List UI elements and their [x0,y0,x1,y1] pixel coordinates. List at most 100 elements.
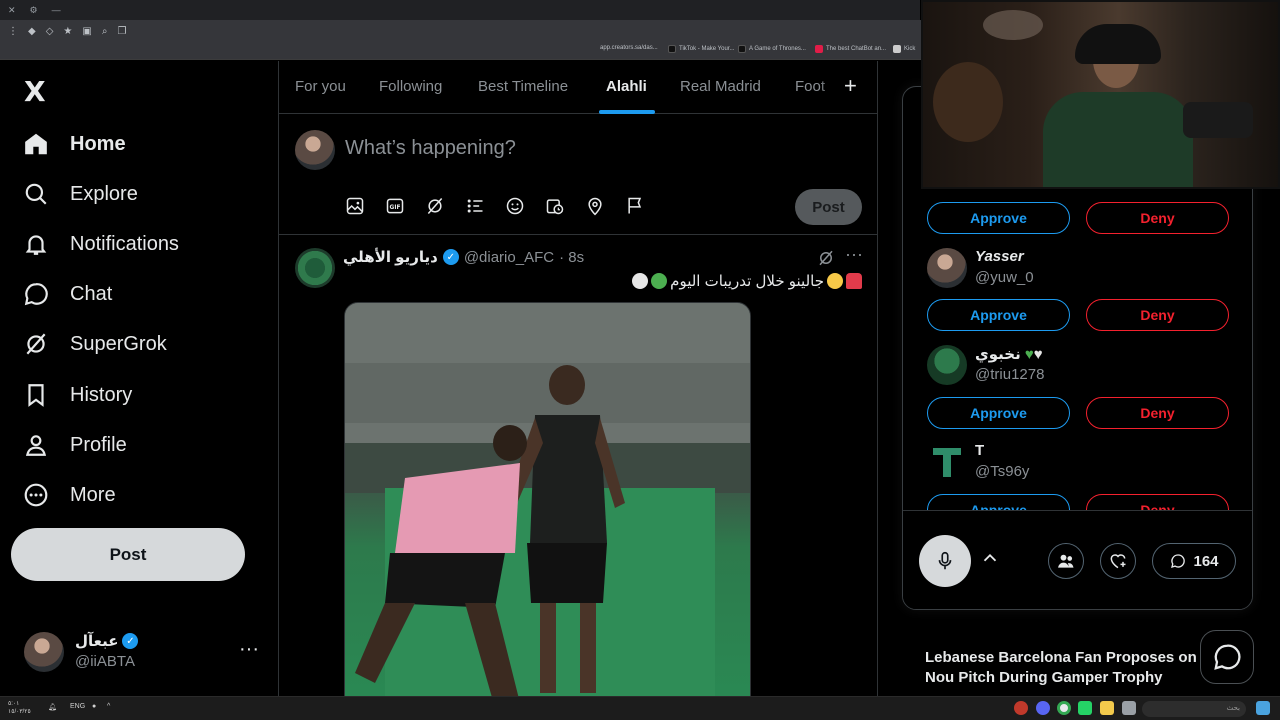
more-options-icon[interactable]: ··· [845,244,863,265]
white-heart-icon: ♥ [1033,346,1043,363]
extension-icon[interactable]: ◆ [28,26,36,37]
taskbar: ٥:٠١ ١٥/٠٣/٢٥ 🔔︎ ENG ● ^ بحث [0,696,1280,720]
post-button[interactable]: Post [11,528,245,581]
participants-button[interactable] [1048,543,1084,579]
sidebar-item-notifications[interactable]: Notifications [22,224,179,264]
clock-date: ١٥/٠٣/٢٥ [8,709,31,715]
account-switcher[interactable]: عبعآل ✓ @iiABTA ··· [22,630,267,674]
tab-alahli[interactable]: Alahli [606,78,647,95]
green-circle-icon [651,273,668,289]
kick-icon [893,45,901,53]
location-icon[interactable] [584,195,606,217]
sidebar-item-supergrok[interactable]: SuperGrok [22,324,167,364]
bookmark-item[interactable]: A Game of Thrones... [738,45,806,53]
start-icon[interactable] [1256,701,1270,715]
requester-handle: @yuw_0 [975,269,1034,286]
language-indicator[interactable]: ENG [70,703,85,710]
grok-icon[interactable] [424,195,446,217]
settings-icon[interactable]: ⚙ [30,5,38,16]
x-logo[interactable]: X [24,75,46,108]
sidebar-item-more[interactable]: More [22,475,116,515]
folder-icon[interactable] [1100,701,1114,715]
bookmark-item[interactable]: Kick [893,45,915,53]
compose-input[interactable] [345,137,845,160]
microphone-icon[interactable]: ● [92,703,96,710]
microphone-button[interactable] [919,535,971,587]
discord-icon[interactable] [1036,701,1050,715]
app-icon[interactable] [1014,701,1028,715]
siren-emoji-icon [846,273,862,289]
tweet-author-handle[interactable]: @diario_AFC [464,249,554,266]
approve-button[interactable]: Approve [927,397,1070,429]
tweet-author-name[interactable]: دياريو الأهلي [343,248,438,266]
emoji-icon[interactable] [504,195,526,217]
poll-icon[interactable] [464,195,486,217]
copy-icon[interactable]: ❐ [117,26,126,37]
avatar [927,248,967,288]
avatar[interactable] [295,248,335,288]
approve-button[interactable]: Approve [927,202,1070,234]
browser-title-bar: ✕ ⚙ — [0,0,920,20]
bookmark-item[interactable]: app.creators.sa/das... [600,45,658,51]
chat-fab-button[interactable] [1200,630,1254,684]
comments-button[interactable]: 164 [1152,543,1236,579]
sidebar-item-profile[interactable]: Profile [22,425,127,465]
chevron-up-icon[interactable]: ^ [107,703,110,710]
sidebar-item-home[interactable]: Home [22,124,126,164]
t-logo-icon [933,448,961,477]
menu-icon[interactable]: ⋮ [8,26,18,37]
flag-icon[interactable] [624,195,646,217]
chrome-icon[interactable] [1057,701,1071,715]
tab-for-you[interactable]: For you [295,78,346,95]
sidebar-item-label: Home [70,132,126,155]
tab-scroll-fade [819,61,839,113]
speaker-request: نخبوي ♥♥ @triu1278 [927,343,1227,387]
sidebar-item-history[interactable]: History [22,375,132,415]
taskbar-search[interactable]: بحث [1142,701,1246,717]
trending-headline[interactable]: Lebanese Barcelona Fan Proposes on Nou P… [925,648,1205,688]
tab-real-madrid[interactable]: Real Madrid [680,78,761,95]
chevron-up-icon[interactable] [979,547,1001,569]
sidebar-item-chat[interactable]: Chat [22,274,112,314]
gif-icon[interactable]: GIF [384,195,406,217]
tweet-timestamp[interactable]: · 8s [559,249,584,266]
image-icon[interactable] [344,195,366,217]
chat-bubble-icon [1214,644,1241,670]
sidebar-item-label: Notifications [70,232,179,255]
star-icon[interactable]: ★ [63,26,72,37]
tweet-image[interactable] [344,302,751,696]
schedule-icon[interactable] [544,195,566,217]
store-icon[interactable] [1122,701,1136,715]
timeline-tabs: For you Following Best Timeline Alahli R… [279,61,877,114]
request-actions: Approve Deny [927,299,1229,331]
microphone-shape [1183,102,1253,138]
speaker-request: T @Ts96y [927,440,1227,484]
tweet[interactable]: دياريو الأهلي ✓ @diario_AFC · 8s ··· جال… [279,236,877,696]
deny-button[interactable]: Deny [1086,397,1229,429]
whatsapp-icon[interactable] [1078,701,1092,715]
notification-bell-icon[interactable]: 🔔︎ [48,703,57,711]
add-tab-icon[interactable]: + [844,73,857,99]
react-button[interactable] [1100,543,1136,579]
bookmark-item[interactable]: The best ChatBot an... [815,45,886,53]
person-icon [22,431,50,459]
deny-button[interactable]: Deny [1086,202,1229,234]
sidebar-item-label: SuperGrok [70,332,167,355]
tab-best-timeline[interactable]: Best Timeline [478,78,568,95]
approve-button[interactable]: Approve [927,299,1070,331]
comment-icon [1171,554,1186,568]
search-icon[interactable]: ⌕ [102,26,108,37]
more-options-icon[interactable]: ··· [239,638,259,661]
sidebar-item-explore[interactable]: Explore [22,174,138,214]
bookmark-item[interactable]: TikTok - Make Your... [668,45,734,53]
extension-icon[interactable]: ◇ [46,26,54,37]
tab-following[interactable]: Following [379,78,442,95]
minimize-icon[interactable]: — [52,5,61,15]
deny-button[interactable]: Deny [1086,299,1229,331]
spaces-controls: 164 [903,510,1252,609]
grok-icon[interactable] [817,249,835,267]
composer-post-button[interactable]: Post [795,189,862,225]
clock[interactable]: ٥:٠١ ١٥/٠٣/٢٥ [8,700,31,716]
tab-icon[interactable]: ▣ [82,26,91,37]
close-window-icon[interactable]: ✕ [8,5,16,16]
